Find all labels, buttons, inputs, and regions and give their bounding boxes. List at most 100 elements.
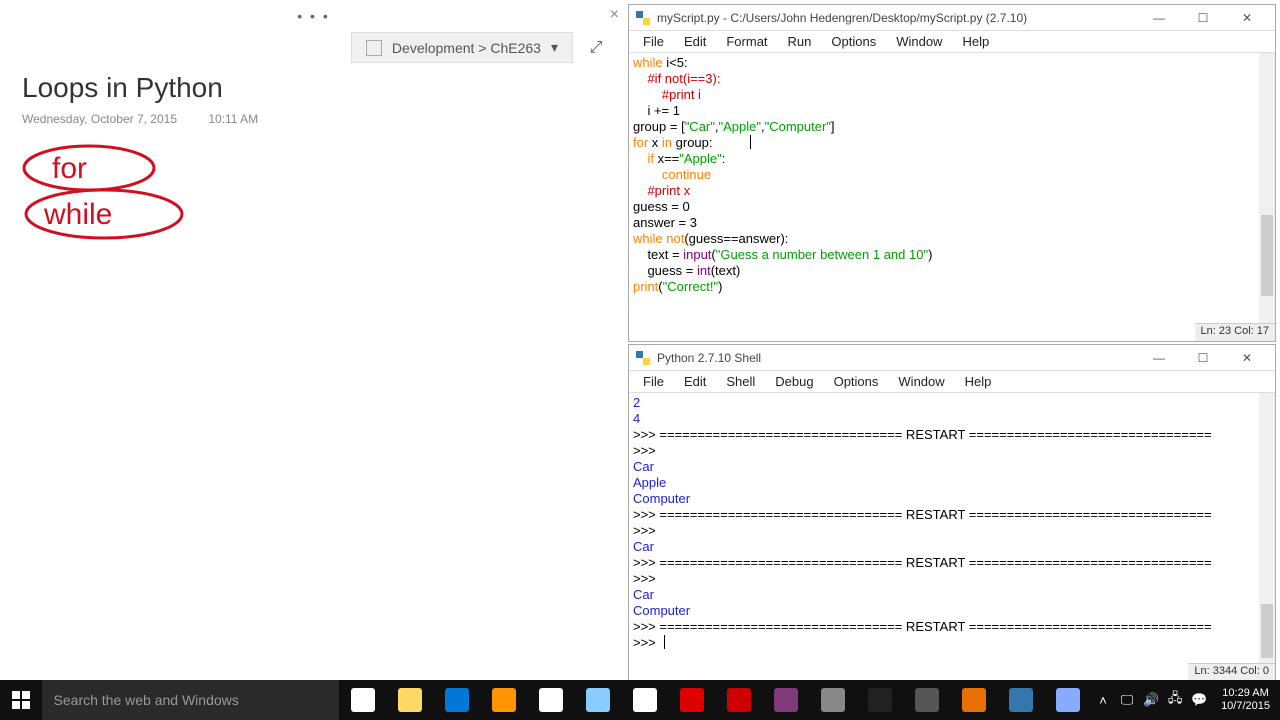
ink-word-for: for (52, 152, 87, 185)
shell-scrollbar[interactable] (1259, 393, 1275, 663)
expand-button[interactable]: ⤢ (583, 35, 609, 61)
breadcrumb[interactable]: Development > ChE263 ▾ (351, 32, 573, 63)
onenote-titlebar: • • • × (0, 0, 627, 30)
menu-edit[interactable]: Edit (674, 32, 716, 51)
tray-chevron-icon[interactable]: ˄ (1091, 680, 1115, 720)
snagit-icon (727, 688, 751, 712)
menu-options[interactable]: Options (821, 32, 886, 51)
shell-title-text: Python 2.7.10 Shell (657, 351, 761, 365)
taskbar: Search the web and Windows ˄ 🖵 🔊 🖧 💬 10:… (0, 680, 1280, 720)
contact-icon (586, 688, 610, 712)
x-icon (821, 688, 845, 712)
menu-window[interactable]: Window (886, 32, 952, 51)
close-button[interactable]: ✕ (1225, 6, 1269, 30)
menu-help[interactable]: Help (955, 372, 1002, 391)
menu-shell[interactable]: Shell (716, 372, 765, 391)
notepad-icon (1056, 688, 1080, 712)
tray-notification-icon[interactable]: 💬 (1187, 680, 1211, 720)
taskbar-app-cmd[interactable] (856, 680, 903, 720)
explorer-icon (398, 688, 422, 712)
taskbar-app-x[interactable] (809, 680, 856, 720)
matlab-icon (962, 688, 986, 712)
ink-word-while: while (43, 198, 112, 231)
taskbar-app-firefox[interactable] (480, 680, 527, 720)
search-input[interactable]: Search the web and Windows (42, 680, 340, 720)
task-view-icon (351, 688, 375, 712)
menu-file[interactable]: File (633, 372, 674, 391)
taskbar-app-task-view[interactable] (339, 680, 386, 720)
clock-date: 10/7/2015 (1221, 700, 1270, 713)
taskbar-app-matlab[interactable] (950, 680, 997, 720)
editor-title-text: myScript.py - C:/Users/John Hedengren/De… (657, 11, 1027, 25)
idle-shell-window: Python 2.7.10 Shell — ☐ ✕ FileEditShellD… (628, 344, 1276, 682)
search-placeholder: Search the web and Windows (54, 692, 239, 708)
page-title[interactable]: Loops in Python (22, 72, 223, 104)
tray-monitor-icon[interactable]: 🖵 (1115, 680, 1139, 720)
system-tray: ˄ 🖵 🔊 🖧 💬 10:29 AM 10/7/2015 (1091, 680, 1280, 720)
firefox-icon (492, 688, 516, 712)
r-icon (680, 688, 704, 712)
menu-options[interactable]: Options (824, 372, 889, 391)
idle-editor-window: myScript.py - C:/Users/John Hedengren/De… (628, 4, 1276, 342)
tray-network-icon[interactable]: 🖧 (1163, 680, 1187, 720)
editor-menubar: FileEditFormatRunOptionsWindowHelp (629, 31, 1275, 53)
breadcrumb-text: Development > ChE263 (392, 40, 541, 56)
windows-icon (12, 691, 30, 709)
menu-help[interactable]: Help (952, 32, 999, 51)
ink-drawing: for while (14, 136, 234, 246)
menu-debug[interactable]: Debug (765, 372, 823, 391)
store-icon (633, 688, 657, 712)
taskbar-app-r[interactable] (668, 680, 715, 720)
taskbar-app-store[interactable] (621, 680, 668, 720)
idle-icon (1009, 688, 1033, 712)
tray-volume-icon[interactable]: 🔊 (1139, 680, 1163, 720)
editor-scrollbar[interactable] (1259, 53, 1275, 323)
clock-time: 10:29 AM (1221, 687, 1270, 700)
shell-statusbar: Ln: 3344 Col: 0 (1188, 663, 1275, 681)
maximize-button[interactable]: ☐ (1181, 346, 1225, 370)
taskbar-app-snagit[interactable] (715, 680, 762, 720)
maximize-button[interactable]: ☐ (1181, 6, 1225, 30)
menu-format[interactable]: Format (716, 32, 777, 51)
cmd-icon (868, 688, 892, 712)
taskbar-app-y[interactable] (903, 680, 950, 720)
chrome-icon (539, 688, 563, 712)
close-icon[interactable]: × (610, 6, 619, 24)
section-color-icon (366, 40, 382, 56)
taskbar-app-idle[interactable] (997, 680, 1044, 720)
taskbar-clock[interactable]: 10:29 AM 10/7/2015 (1211, 687, 1280, 713)
menu-file[interactable]: File (633, 32, 674, 51)
onenote-icon (774, 688, 798, 712)
taskbar-app-explorer[interactable] (386, 680, 433, 720)
close-button[interactable]: ✕ (1225, 346, 1269, 370)
onenote-toolbar: Development > ChE263 ▾ ⤢ (351, 32, 609, 63)
taskbar-apps (339, 680, 1091, 720)
chevron-down-icon: ▾ (551, 39, 558, 56)
start-button[interactable] (0, 680, 42, 720)
menu-run[interactable]: Run (778, 32, 822, 51)
taskbar-app-notepad[interactable] (1044, 680, 1091, 720)
page-time: 10:11 AM (208, 112, 258, 126)
python-icon (635, 350, 651, 366)
taskbar-app-edge[interactable] (433, 680, 480, 720)
shell-output-area[interactable]: 24>>> ================================ R… (629, 393, 1275, 655)
shell-menubar: FileEditShellDebugOptionsWindowHelp (629, 371, 1275, 393)
editor-code-area[interactable]: while i<5: #if not(i==3): #print i i += … (629, 53, 1275, 315)
minimize-button[interactable]: — (1137, 6, 1181, 30)
page-meta: Wednesday, October 7, 2015 10:11 AM (22, 112, 286, 126)
python-icon (635, 10, 651, 26)
y-icon (915, 688, 939, 712)
menu-edit[interactable]: Edit (674, 372, 716, 391)
ellipsis-icon[interactable]: • • • (0, 8, 627, 24)
editor-statusbar: Ln: 23 Col: 17 (1195, 323, 1276, 341)
editor-titlebar[interactable]: myScript.py - C:/Users/John Hedengren/De… (629, 5, 1275, 31)
shell-titlebar[interactable]: Python 2.7.10 Shell — ☐ ✕ (629, 345, 1275, 371)
onenote-pane: • • • × Development > ChE263 ▾ ⤢ Loops i… (0, 0, 627, 680)
page-date: Wednesday, October 7, 2015 (22, 112, 177, 126)
taskbar-app-chrome[interactable] (527, 680, 574, 720)
minimize-button[interactable]: — (1137, 346, 1181, 370)
taskbar-app-onenote[interactable] (762, 680, 809, 720)
menu-window[interactable]: Window (888, 372, 954, 391)
edge-icon (445, 688, 469, 712)
taskbar-app-contact[interactable] (574, 680, 621, 720)
